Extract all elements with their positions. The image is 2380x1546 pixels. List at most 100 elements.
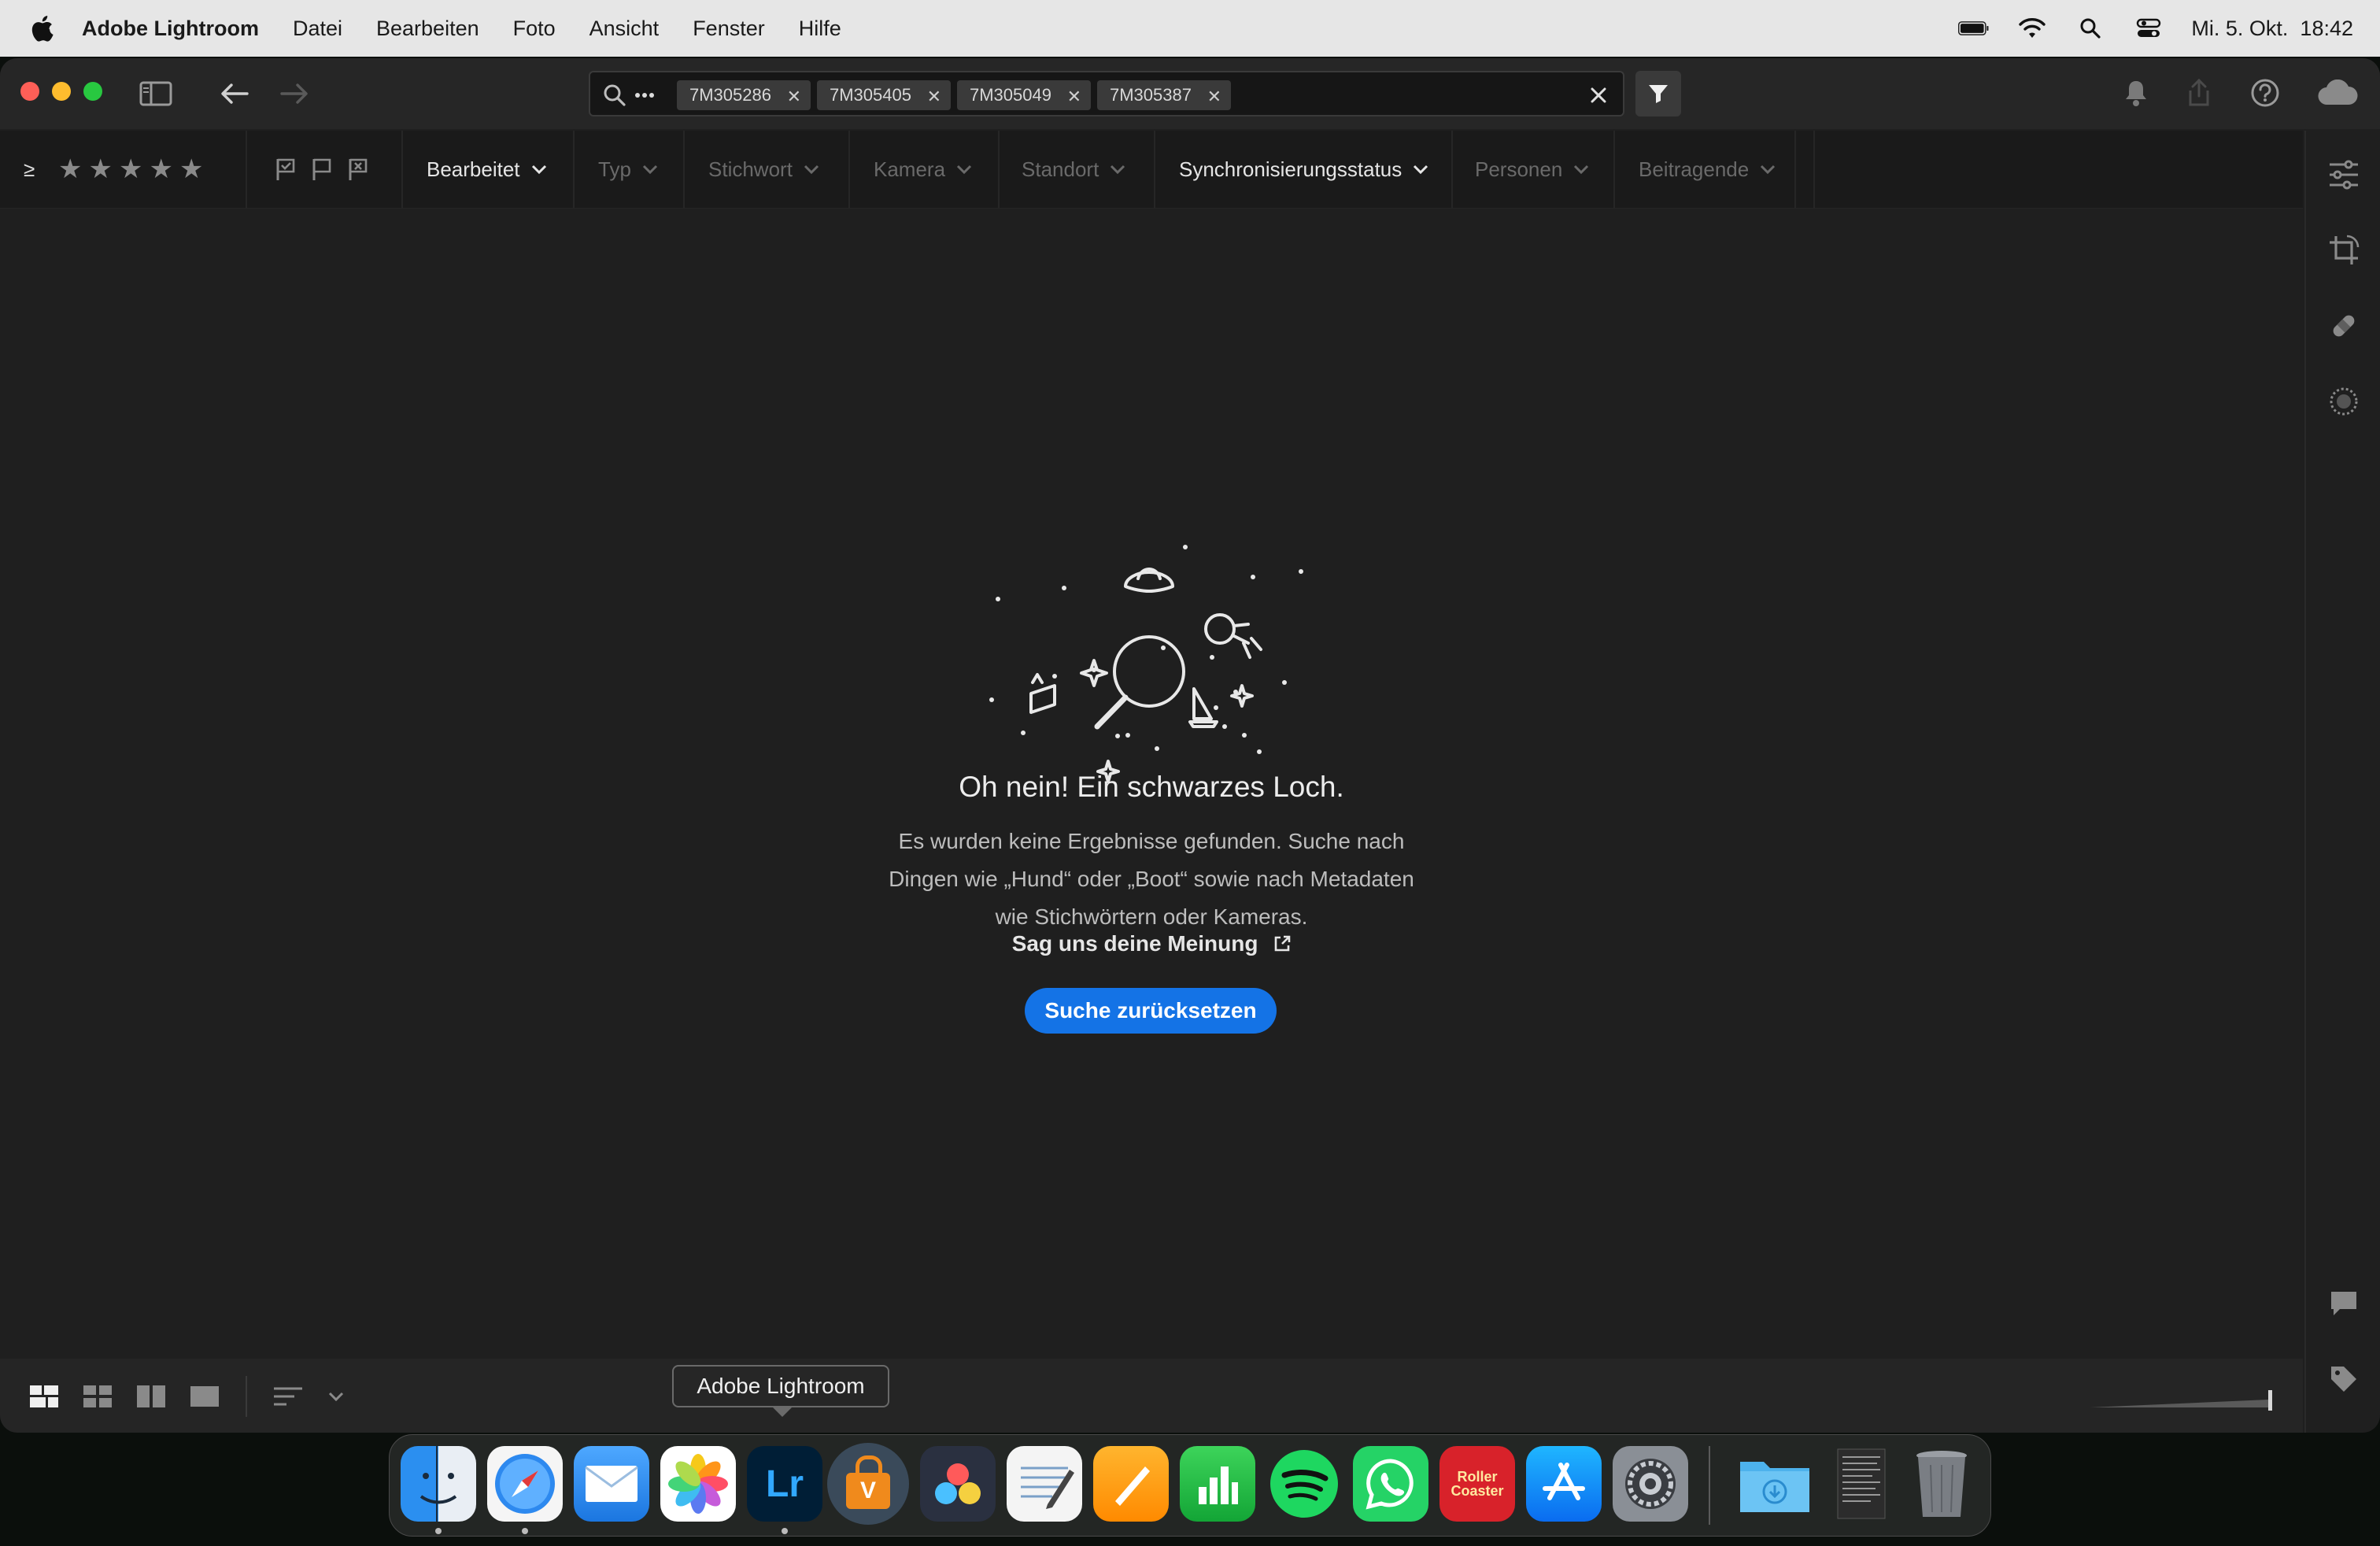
apple-logo-icon[interactable] [30, 15, 54, 42]
sidebar-toggle-icon[interactable] [139, 79, 173, 109]
menu-ansicht[interactable]: Ansicht [589, 17, 660, 41]
menu-fenster[interactable]: Fenster [693, 17, 765, 41]
trash-icon[interactable] [1904, 1446, 1979, 1522]
menu-hilfe[interactable]: Hilfe [799, 17, 841, 41]
filter-synchronisierungsstatus[interactable]: Synchronisierungsstatus [1179, 131, 1428, 208]
filter-standort[interactable]: Standort [1022, 131, 1125, 208]
battery-icon[interactable] [1958, 13, 1990, 44]
chip-remove-icon[interactable]: ✕ [787, 87, 801, 107]
title-bar: 7M305286 ✕ 7M305405 ✕ 7M305049 ✕ 7M305387 ✕ [0, 58, 2380, 129]
filter-bearbeitet[interactable]: Bearbeitet [427, 131, 547, 208]
forward-arrow-icon[interactable] [277, 79, 312, 109]
flag-picked-icon[interactable] [272, 156, 299, 183]
filter-label: Standort [1022, 157, 1099, 181]
downloads-folder-icon[interactable] [1737, 1446, 1813, 1522]
single-view-icon[interactable] [187, 1382, 222, 1411]
divider [1794, 131, 1796, 208]
search-chip[interactable]: 7M305405 ✕ [817, 80, 951, 110]
wifi-icon[interactable] [2016, 13, 2048, 44]
notifications-bell-icon[interactable] [2119, 76, 2153, 110]
sort-icon[interactable] [271, 1382, 305, 1411]
menubar-app-name[interactable]: Adobe Lightroom [82, 17, 259, 41]
chip-label: 7M305049 [970, 85, 1051, 105]
filter-kamera[interactable]: Kamera [874, 131, 972, 208]
star-icon[interactable]: ★ [149, 153, 179, 185]
search-chip[interactable]: 7M305286 ✕ [677, 80, 811, 110]
vpn-lock-icon[interactable]: V [827, 1443, 909, 1525]
textedit-icon[interactable] [1007, 1446, 1082, 1522]
safari-icon[interactable] [487, 1446, 563, 1522]
photos-icon[interactable] [660, 1446, 736, 1522]
divider [246, 1376, 247, 1417]
minimize-window-button[interactable] [52, 82, 71, 101]
whatsapp-icon[interactable] [1353, 1446, 1428, 1522]
davinci-icon[interactable] [920, 1446, 996, 1522]
empty-state-title: Oh nein! Ein schwarzes Loch. [959, 771, 1344, 803]
chevron-down-icon[interactable] [324, 1389, 348, 1404]
square-grid-view-icon[interactable] [27, 1382, 61, 1411]
menu-foto[interactable]: Foto [513, 17, 556, 41]
back-arrow-icon[interactable] [217, 79, 252, 109]
compare-view-icon[interactable] [134, 1382, 168, 1411]
close-window-button[interactable] [20, 82, 39, 101]
black-hole-illustration-icon [989, 545, 1303, 783]
help-icon[interactable] [2248, 76, 2282, 110]
grid-view-icon[interactable] [80, 1382, 115, 1411]
menu-bearbeiten[interactable]: Bearbeiten [376, 17, 479, 41]
search-field[interactable]: 7M305286 ✕ 7M305405 ✕ 7M305049 ✕ 7M305387 ✕ [589, 71, 1624, 117]
star-icon[interactable]: ★ [88, 153, 118, 185]
thumbnail-size-slider[interactable] [2089, 1382, 2278, 1414]
flag-unflagged-icon[interactable] [309, 156, 335, 183]
masking-icon[interactable] [2323, 381, 2364, 422]
chip-remove-icon[interactable]: ✕ [927, 87, 941, 107]
crop-rotate-icon[interactable] [2323, 230, 2364, 271]
star-icon[interactable]: ★ [58, 153, 88, 185]
filter-beitragende[interactable]: Beitragende [1639, 131, 1776, 208]
spotify-icon[interactable] [1266, 1446, 1342, 1522]
menubar-datetime[interactable]: Mi. 5. Okt. 18:42 [2191, 17, 2353, 41]
appstore-icon[interactable] [1526, 1446, 1602, 1522]
clear-search-icon[interactable] [1587, 83, 1610, 107]
chevron-down-icon [642, 165, 657, 174]
rating-operator-toggle[interactable]: ≥ [24, 131, 35, 208]
divider [1154, 131, 1155, 208]
running-indicator [435, 1528, 442, 1534]
filter-label: Kamera [874, 157, 946, 181]
zoom-window-button[interactable] [83, 82, 102, 101]
settings-icon[interactable] [1613, 1446, 1688, 1522]
filter-funnel-icon[interactable] [1635, 71, 1681, 117]
healing-bandage-icon[interactable] [2323, 305, 2364, 346]
photo-grid-area: Oh nein! Ein schwarzes Loch. Es wurden k… [0, 209, 2303, 1358]
chip-remove-icon[interactable]: ✕ [1207, 87, 1221, 107]
star-icon[interactable]: ★ [179, 153, 209, 185]
chip-remove-icon[interactable]: ✕ [1067, 87, 1081, 107]
filter-label: Bearbeitet [427, 157, 520, 181]
document-stack-icon[interactable] [1824, 1446, 1899, 1522]
edit-sliders-icon[interactable] [2323, 154, 2364, 195]
filter-stichwort[interactable]: Stichwort [708, 131, 819, 208]
cloud-sync-icon[interactable] [2314, 76, 2361, 110]
rollercoaster-icon[interactable]: Roller Coaster [1439, 1446, 1515, 1522]
feedback-link[interactable]: Sag uns deine Meinung [0, 931, 2303, 956]
filter-typ[interactable]: Typ [598, 131, 658, 208]
mail-icon[interactable] [574, 1446, 649, 1522]
menu-datei[interactable]: Datei [293, 17, 342, 41]
spotlight-search-icon[interactable] [2075, 13, 2106, 44]
filter-personen[interactable]: Personen [1475, 131, 1589, 208]
share-icon[interactable] [2182, 76, 2216, 110]
divider [401, 131, 403, 208]
more-options-icon[interactable] [633, 87, 656, 104]
finder-icon[interactable] [401, 1446, 476, 1522]
comments-icon[interactable] [2323, 1283, 2364, 1324]
lightroom-icon[interactable]: Lr [747, 1446, 822, 1522]
flag-rejected-icon[interactable] [345, 156, 371, 183]
search-chip[interactable]: 7M305049 ✕ [957, 80, 1091, 110]
reset-search-button[interactable]: Suche zurücksetzen [1025, 988, 1277, 1034]
numbers-icon[interactable] [1180, 1446, 1255, 1522]
keyword-tag-icon[interactable] [2323, 1359, 2364, 1400]
star-icon[interactable]: ★ [119, 153, 149, 185]
pages-icon[interactable] [1093, 1446, 1169, 1522]
star-rating-filter[interactable]: ★ ★ ★ ★ ★ [58, 131, 209, 208]
search-chip[interactable]: 7M305387 ✕ [1097, 80, 1231, 110]
control-center-icon[interactable] [2133, 13, 2164, 44]
